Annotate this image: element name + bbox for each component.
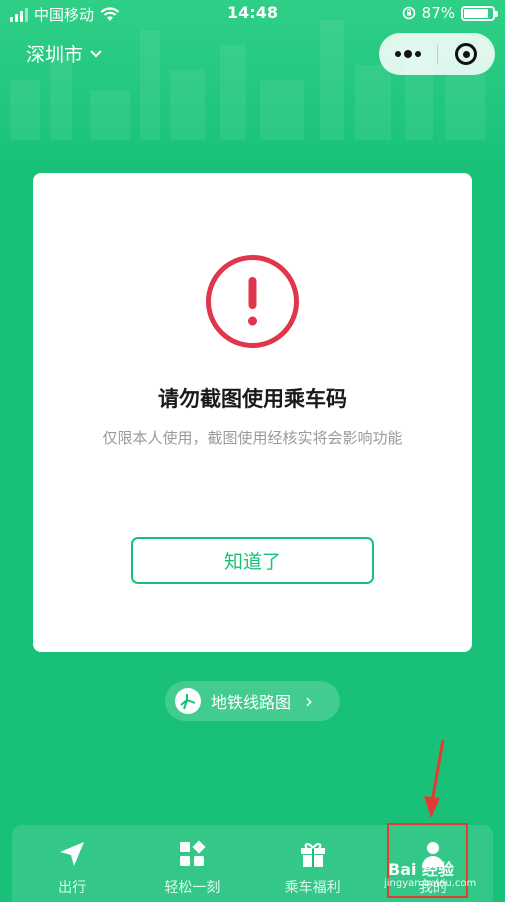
grid-diamond-icon (180, 840, 206, 866)
baidu-watermark-url: jingyan.baidu.com (384, 878, 477, 889)
annotation-arrow-icon (424, 739, 445, 818)
chevron-right-icon: › (305, 689, 314, 713)
more-dots-icon (394, 50, 421, 58)
battery-percent: 87% (421, 4, 455, 22)
chevron-down-icon (90, 49, 102, 57)
status-right: 87% (402, 4, 498, 22)
gift-icon (300, 843, 325, 867)
rotation-lock-icon (402, 6, 415, 20)
close-miniprogram-button[interactable] (438, 33, 496, 75)
navigation-arrow-icon (60, 842, 85, 866)
more-button[interactable] (379, 33, 437, 75)
city-label: 深圳市 (26, 44, 84, 66)
tab-relax[interactable]: 轻松一刻 (132, 825, 252, 902)
dialog-title: 请勿截图使用乘车码 (158, 387, 347, 411)
got-it-button[interactable]: 知道了 (131, 537, 374, 584)
tab-ride-benefits[interactable]: 乘车福利 (253, 825, 373, 902)
battery-level (464, 8, 489, 18)
city-selector[interactable]: 深圳市 (26, 40, 103, 67)
tab-label: 乘车福利 (284, 880, 341, 896)
tab-travel[interactable]: 出行 (12, 825, 132, 902)
target-icon (455, 43, 478, 65)
metro-map-button[interactable]: 地铁线路图 › (165, 681, 340, 721)
metro-map-label: 地铁线路图 (211, 693, 292, 712)
tab-label: 轻松一刻 (164, 880, 221, 896)
screenshot-warning-dialog: 请勿截图使用乘车码 仅限本人使用，截图使用经核实将会影响功能 知道了 (33, 173, 472, 652)
dialog-description: 仅限本人使用，截图使用经核实将会影响功能 (102, 429, 403, 447)
battery-icon (461, 5, 498, 21)
miniprogram-capsule (379, 33, 495, 75)
baidu-watermark: Bai 经验 (388, 860, 455, 879)
exclamation-circle-icon (206, 255, 299, 348)
metro-map-icon (175, 688, 201, 714)
status-bar: 中国移动 14:48 87% (0, 0, 505, 28)
tab-label: 出行 (58, 880, 87, 896)
